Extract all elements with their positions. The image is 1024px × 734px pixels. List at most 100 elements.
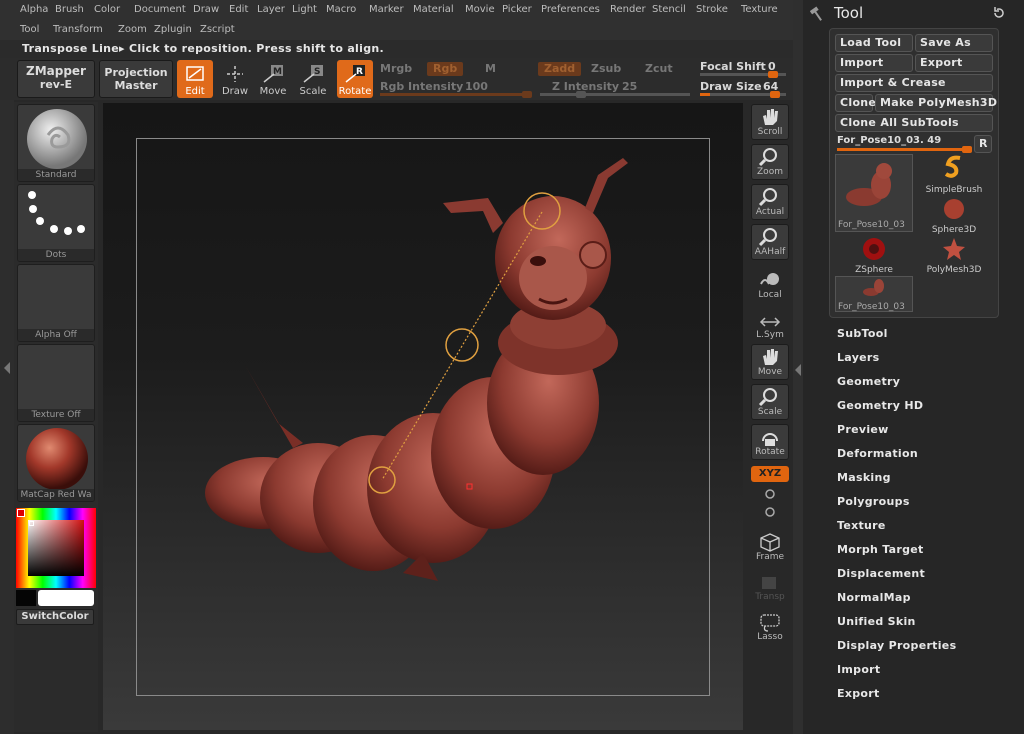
projection-master-button[interactable]: Projection Master xyxy=(99,60,173,98)
tool-thumb-simplebrush[interactable]: SimpleBrush xyxy=(915,154,993,195)
menu-zoom[interactable]: Zoom xyxy=(118,24,147,35)
rotate-view-button[interactable]: Rotate xyxy=(751,424,789,460)
menu-stroke[interactable]: Stroke xyxy=(696,4,728,15)
draw-mode-button[interactable]: Draw xyxy=(217,60,253,98)
menu-brush[interactable]: Brush xyxy=(55,4,84,15)
submenu-normalmap[interactable]: NormalMap xyxy=(837,591,911,604)
switch-color-button[interactable]: SwitchColor xyxy=(16,609,94,625)
menu-movie[interactable]: Movie xyxy=(465,4,495,15)
zadd-toggle[interactable]: Zadd xyxy=(538,62,582,76)
menu-zscript[interactable]: Zscript xyxy=(200,24,235,35)
move-mode-button[interactable]: M Move xyxy=(255,60,291,98)
load-tool-button[interactable]: Load Tool xyxy=(835,34,913,52)
menu-transform[interactable]: Transform xyxy=(53,24,103,35)
menu-document[interactable]: Document xyxy=(134,4,186,15)
submenu-polygroups[interactable]: Polygroups xyxy=(837,495,910,508)
import-button[interactable]: Import xyxy=(835,54,913,72)
primary-color-swatch[interactable] xyxy=(38,590,94,606)
focal-shift-slider[interactable] xyxy=(700,71,786,78)
menu-draw[interactable]: Draw xyxy=(193,4,219,15)
tool-thumb-zsphere[interactable]: ZSphere xyxy=(835,236,913,276)
menu-material[interactable]: Material xyxy=(413,4,454,15)
menu-color[interactable]: Color xyxy=(94,4,120,15)
tool-thumb-for-pose-large[interactable]: For_Pose10_03 xyxy=(835,154,913,232)
submenu-layers[interactable]: Layers xyxy=(837,351,880,364)
left-tray-divider[interactable] xyxy=(0,100,14,734)
mrgb-toggle[interactable]: Mrgb xyxy=(380,62,412,75)
transp-button[interactable]: Transp xyxy=(751,570,789,606)
import-crease-button[interactable]: Import & Crease xyxy=(835,74,993,92)
tool-palette-title[interactable]: Tool xyxy=(834,4,863,22)
transpose-mid-circle[interactable] xyxy=(445,328,479,362)
zoom-button[interactable]: Zoom xyxy=(751,144,789,180)
menu-light[interactable]: Light xyxy=(292,4,317,15)
tool-thumb-polymesh3d[interactable]: PolyMesh3D xyxy=(915,236,993,276)
menu-tool[interactable]: Tool xyxy=(20,24,39,35)
submenu-displacement[interactable]: Displacement xyxy=(837,567,925,580)
menu-zplugin[interactable]: Zplugin xyxy=(154,24,192,35)
zsub-toggle[interactable]: Zsub xyxy=(591,62,621,75)
submenu-masking[interactable]: Masking xyxy=(837,471,891,484)
z-intensity-slider[interactable] xyxy=(540,91,690,98)
xyz-rotation-button[interactable]: XYZ xyxy=(751,466,789,482)
submenu-import[interactable]: Import xyxy=(837,663,880,676)
rotate-mode-button[interactable]: R Rotate xyxy=(337,60,373,98)
menu-edit[interactable]: Edit xyxy=(229,4,248,15)
scale-view-button[interactable]: Scale xyxy=(751,384,789,420)
clone-button[interactable]: Clone xyxy=(835,94,876,112)
submenu-unified-skin[interactable]: Unified Skin xyxy=(837,615,916,628)
local-button[interactable]: Local xyxy=(751,268,789,304)
submenu-texture[interactable]: Texture xyxy=(837,519,886,532)
zcut-toggle[interactable]: Zcut xyxy=(645,62,673,75)
m-toggle[interactable]: M xyxy=(485,62,496,75)
submenu-export[interactable]: Export xyxy=(837,687,880,700)
edit-mode-button[interactable]: Edit xyxy=(177,60,213,98)
submenu-geometry[interactable]: Geometry xyxy=(837,375,900,388)
alpha-off-button[interactable]: Alpha Off xyxy=(17,264,95,342)
tool-thumb-sphere3d[interactable]: Sphere3D xyxy=(915,196,993,236)
menu-marker[interactable]: Marker xyxy=(369,4,404,15)
scroll-button[interactable]: Scroll xyxy=(751,104,789,140)
menu-alpha[interactable]: Alpha xyxy=(20,4,48,15)
save-as-button[interactable]: Save As xyxy=(915,34,993,52)
clone-all-subtools-button[interactable]: Clone All SubTools xyxy=(835,114,993,132)
zmapper-button[interactable]: ZMapper rev-E xyxy=(17,60,95,98)
submenu-deformation[interactable]: Deformation xyxy=(837,447,918,460)
tool-slider[interactable] xyxy=(837,146,972,153)
submenu-geometry-hd[interactable]: Geometry HD xyxy=(837,399,923,412)
move-view-button[interactable]: Move xyxy=(751,344,789,380)
brush-standard-button[interactable]: Standard xyxy=(17,104,95,182)
submenu-morph-target[interactable]: Morph Target xyxy=(837,543,924,556)
caterpillar-model[interactable] xyxy=(103,103,743,730)
draw-size-slider[interactable] xyxy=(700,91,786,98)
y-rotation-button[interactable] xyxy=(751,486,789,502)
menu-stencil[interactable]: Stencil xyxy=(652,4,686,15)
scale-mode-button[interactable]: S Scale xyxy=(295,60,331,98)
stroke-dots-button[interactable]: Dots xyxy=(17,184,95,262)
submenu-subtool[interactable]: SubTool xyxy=(837,327,888,340)
menu-preferences[interactable]: Preferences xyxy=(541,4,600,15)
make-polymesh-button[interactable]: Make PolyMesh3D xyxy=(875,94,997,112)
menu-texture[interactable]: Texture xyxy=(741,4,778,15)
menu-picker[interactable]: Picker xyxy=(502,4,532,15)
secondary-color-swatch[interactable] xyxy=(16,590,36,606)
actual-button[interactable]: Actual xyxy=(751,184,789,220)
tool-thumb-for-pose-small[interactable]: For_Pose10_03 xyxy=(835,276,913,312)
rgb-intensity-slider[interactable] xyxy=(380,91,532,98)
right-tray-divider[interactable] xyxy=(793,0,803,734)
document-canvas[interactable] xyxy=(103,103,743,730)
menu-macro[interactable]: Macro xyxy=(326,4,356,15)
color-picker[interactable] xyxy=(16,508,96,588)
submenu-preview[interactable]: Preview xyxy=(837,423,889,436)
r-button[interactable]: R xyxy=(974,135,992,153)
texture-off-button[interactable]: Texture Off xyxy=(17,344,95,422)
export-button[interactable]: Export xyxy=(915,54,993,72)
reset-palette-icon[interactable] xyxy=(992,6,1006,20)
lasso-button[interactable]: Lasso xyxy=(751,610,789,646)
aahalf-button[interactable]: AAHalf xyxy=(751,224,789,260)
rgb-toggle[interactable]: Rgb xyxy=(427,62,464,76)
menu-render[interactable]: Render xyxy=(610,4,646,15)
z-rotation-button[interactable] xyxy=(751,504,789,520)
material-button[interactable]: MatCap Red Wa xyxy=(17,424,95,502)
menu-layer[interactable]: Layer xyxy=(257,4,285,15)
